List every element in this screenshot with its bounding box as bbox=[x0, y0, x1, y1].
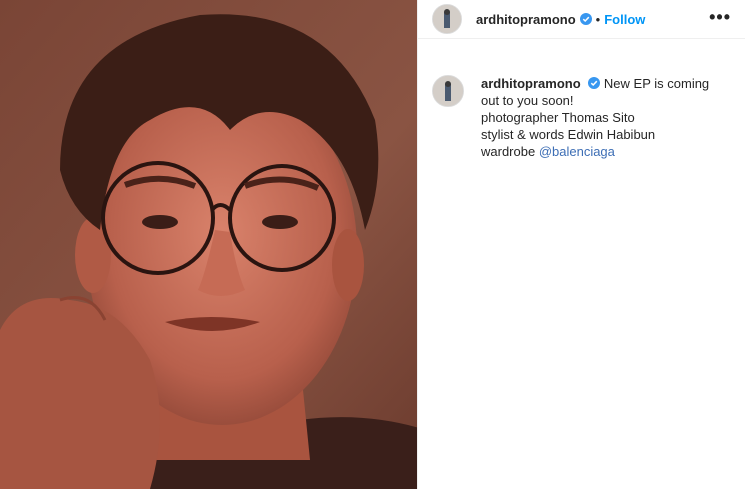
header-separator: • bbox=[595, 11, 601, 27]
more-options-icon[interactable]: ••• bbox=[709, 7, 731, 28]
caption-line-1: New EP is coming bbox=[603, 76, 710, 91]
caption-username[interactable]: ardhitopramono bbox=[481, 76, 581, 91]
post-sidebar: ardhitopramono • Follow ••• ardhitopramo… bbox=[417, 0, 745, 489]
caption-avatar[interactable] bbox=[432, 75, 464, 107]
avatar-image bbox=[433, 5, 461, 33]
verified-badge-icon bbox=[579, 13, 592, 25]
caption-line-3: photographer Thomas Sito bbox=[481, 110, 635, 125]
mention-link[interactable]: @balenciaga bbox=[539, 144, 615, 159]
portrait-image bbox=[0, 0, 417, 489]
verified-badge-icon bbox=[588, 77, 601, 89]
post-header: ardhitopramono • Follow ••• bbox=[418, 0, 745, 39]
instagram-post: ardhitopramono • Follow ••• ardhitopramo… bbox=[0, 0, 745, 489]
caption: ardhitopramono New EP is coming out to y… bbox=[418, 39, 745, 160]
caption-line-5-prefix: wardrobe bbox=[481, 144, 539, 159]
caption-line-5: wardrobe @balenciaga bbox=[481, 143, 731, 160]
caption-line-4: stylist & words Edwin Habibun bbox=[481, 127, 656, 142]
caption-text: ardhitopramono New EP is coming out to y… bbox=[481, 75, 731, 160]
post-photo[interactable] bbox=[0, 0, 417, 489]
caption-line-2: out to you soon! bbox=[481, 93, 574, 108]
follow-button[interactable]: Follow bbox=[604, 12, 645, 27]
avatar-image bbox=[433, 76, 463, 106]
header-username[interactable]: ardhitopramono bbox=[476, 12, 576, 27]
avatar[interactable] bbox=[432, 4, 462, 34]
